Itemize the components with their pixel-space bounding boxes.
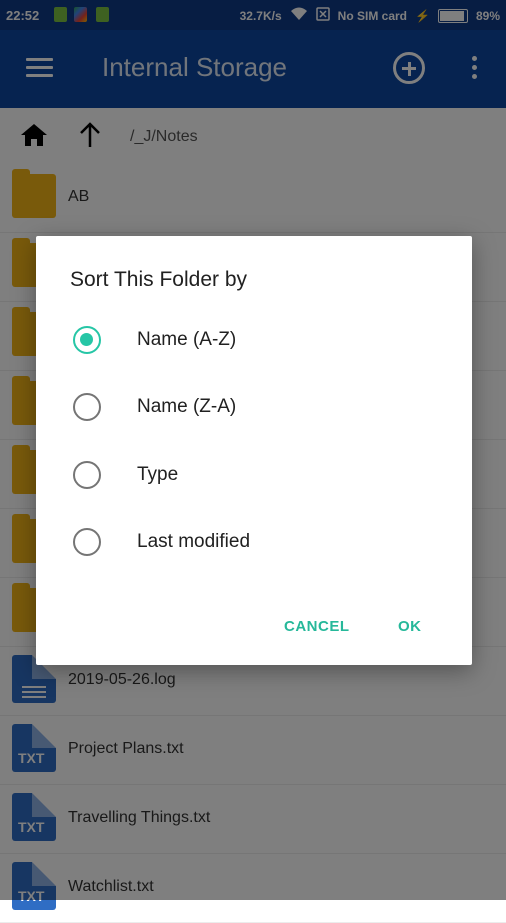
sort-option-last-modified[interactable]: Last modified (36, 514, 472, 570)
option-label: Name (A-Z) (137, 329, 237, 350)
cancel-button[interactable]: CANCEL (284, 618, 350, 635)
option-label: Name (Z-A) (137, 396, 237, 417)
radio-button[interactable] (73, 461, 101, 489)
radio-button[interactable] (73, 528, 101, 556)
dialog-title: Sort This Folder by (70, 268, 248, 291)
option-label: Last modified (137, 531, 251, 552)
radio-button-selected[interactable] (73, 326, 101, 354)
sort-option-name-desc[interactable]: Name (Z-A) (36, 379, 472, 435)
ok-button[interactable]: OK (398, 618, 422, 635)
sort-option-name-asc[interactable]: Name (A-Z) (36, 312, 472, 368)
radio-button[interactable] (73, 393, 101, 421)
sort-option-type[interactable]: Type (36, 447, 472, 503)
sort-dialog: Sort This Folder by Name (A-Z) Name (Z-A… (36, 236, 472, 665)
option-label: Type (137, 464, 179, 485)
